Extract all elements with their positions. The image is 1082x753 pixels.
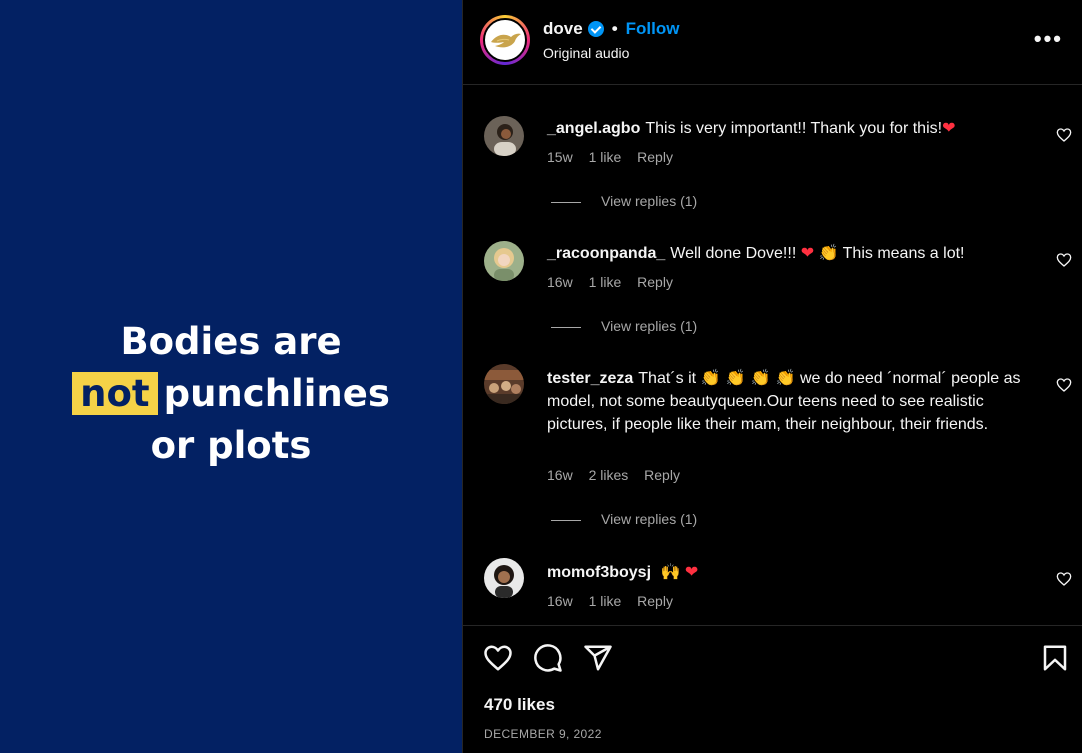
comment-username[interactable]: tester_zeza: [547, 370, 633, 387]
user-avatar-icon: [484, 116, 524, 156]
view-replies-label: View replies (1): [601, 511, 698, 527]
comment-meta: 15w 1 like Reply: [547, 149, 685, 165]
comment-age[interactable]: 15w: [547, 149, 573, 165]
comment-body-part-1: That´s it: [638, 370, 697, 387]
reply-button[interactable]: Reply: [644, 467, 680, 483]
media-caption-text: Bodies are not punchlines or plots: [0, 316, 462, 472]
comment-username[interactable]: _angel.agbo: [547, 120, 640, 137]
follow-button[interactable]: Follow: [626, 19, 680, 39]
like-comment-heart-icon[interactable]: [1056, 127, 1072, 143]
post-side-panel: dove • Follow Original audio ••• _angel.…: [462, 0, 1082, 753]
save-bookmark-icon[interactable]: [1040, 643, 1070, 673]
avatar[interactable]: [484, 558, 524, 598]
audio-label[interactable]: Original audio: [543, 45, 629, 61]
more-options-icon[interactable]: •••: [1034, 26, 1063, 52]
replies-divider-line: [551, 201, 581, 203]
comments-list: _angel.agbo This is very important!! Than…: [463, 86, 1082, 624]
comment-meta: 16w 2 likes Reply: [547, 467, 692, 483]
post-media[interactable]: Bodies are not punchlines or plots: [0, 0, 462, 753]
comment-body-part-1: Well done Dove!!!: [670, 245, 797, 262]
view-replies-button[interactable]: View replies (1): [551, 193, 697, 209]
reply-button[interactable]: Reply: [637, 274, 673, 290]
view-replies-button[interactable]: View replies (1): [551, 511, 697, 527]
profile-avatar-ring[interactable]: [480, 15, 530, 65]
verified-badge-icon: [587, 21, 604, 37]
comment-meta: 16w 1 like Reply: [547, 274, 685, 290]
avatar[interactable]: [484, 116, 524, 156]
comment-meta: 16w 1 like Reply: [547, 593, 685, 609]
post-owner: dove • Follow: [543, 19, 679, 39]
red-heart-emoji: ❤: [942, 118, 956, 137]
like-heart-icon[interactable]: [483, 643, 513, 673]
comment-likes[interactable]: 2 likes: [589, 467, 629, 483]
comment-text: _angel.agbo This is very important!! Than…: [547, 116, 1037, 140]
media-highlight-word: not: [72, 372, 158, 415]
media-line-1: Bodies are: [120, 320, 342, 363]
replies-divider-line: [551, 519, 581, 521]
comment-body: This is very important!! Thank you for t…: [645, 120, 943, 137]
comment-age[interactable]: 16w: [547, 593, 573, 609]
post-date[interactable]: DECEMBER 9, 2022: [484, 727, 602, 741]
comment-age[interactable]: 16w: [547, 274, 573, 290]
comment-likes[interactable]: 1 like: [589, 149, 622, 165]
like-comment-heart-icon[interactable]: [1056, 377, 1072, 393]
clapping-hands-emojis: 👏 👏 👏 👏: [700, 368, 796, 387]
media-line-2: not punchlines: [0, 368, 462, 420]
dove-logo-avatar: [483, 18, 527, 62]
like-comment-heart-icon[interactable]: [1056, 252, 1072, 268]
replies-divider-line: [551, 326, 581, 328]
comment-text: tester_zeza That´s it 👏 👏 👏 👏 we do need …: [547, 366, 1037, 436]
comment-likes[interactable]: 1 like: [589, 593, 622, 609]
view-replies-label: View replies (1): [601, 318, 698, 334]
comment-username[interactable]: momof3boysj: [547, 564, 651, 581]
raising-hands-emoji: 🙌: [660, 562, 681, 581]
header-separator: •: [611, 19, 618, 38]
reply-button[interactable]: Reply: [637, 593, 673, 609]
comment-likes[interactable]: 1 like: [589, 274, 622, 290]
comment-body-part-2: This means a lot!: [842, 245, 965, 262]
post-like-count[interactable]: 470 likes: [484, 695, 555, 715]
red-heart-emoji: ❤: [800, 243, 815, 262]
avatar[interactable]: [484, 364, 524, 404]
comment-text: _racoonpanda_ Well done Dove!!! ❤ 👏 This …: [547, 241, 1037, 265]
post-actions-bar: 470 likes DECEMBER 9, 2022: [463, 625, 1082, 753]
post-header: dove • Follow Original audio •••: [463, 0, 1082, 85]
dove-bird-icon: [491, 33, 521, 48]
comment-text: momof3boysj 🙌 ❤: [547, 560, 1037, 584]
red-heart-emoji: ❤: [684, 562, 699, 581]
view-replies-button[interactable]: View replies (1): [551, 318, 697, 334]
owner-username[interactable]: dove: [543, 19, 583, 39]
user-avatar-icon: [484, 558, 524, 598]
reply-button[interactable]: Reply: [637, 149, 673, 165]
clapping-hands-emoji: 👏: [818, 243, 839, 262]
comment-bubble-icon[interactable]: [533, 643, 563, 673]
share-paper-plane-icon[interactable]: [583, 643, 613, 673]
comment-username[interactable]: _racoonpanda_: [547, 245, 665, 262]
user-avatar-icon: [484, 364, 524, 404]
user-avatar-icon: [484, 241, 524, 281]
media-line-3: or plots: [150, 424, 312, 467]
view-replies-label: View replies (1): [601, 193, 698, 209]
media-line-2-rest: punchlines: [163, 372, 390, 415]
avatar[interactable]: [484, 241, 524, 281]
like-comment-heart-icon[interactable]: [1056, 571, 1072, 587]
comment-age[interactable]: 16w: [547, 467, 573, 483]
